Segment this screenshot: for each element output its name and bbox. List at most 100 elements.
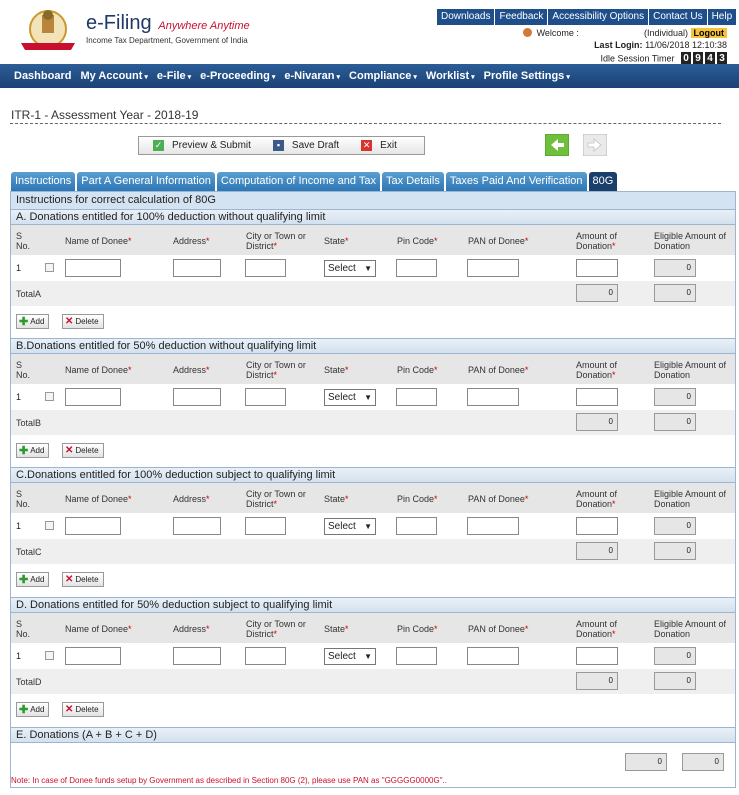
- header: e-Filing Anywhere Anytime Income Tax Dep…: [0, 0, 739, 66]
- city-input[interactable]: [245, 517, 286, 535]
- address-input[interactable]: [173, 647, 221, 665]
- total-eligible-field: 0: [654, 284, 696, 302]
- required-marker: *: [273, 241, 278, 251]
- table-row: 1 Select ▼ 0: [11, 513, 735, 539]
- pin-code-input[interactable]: [396, 259, 437, 277]
- column-header-address: Address*: [173, 624, 210, 634]
- amount-of-donation-input[interactable]: [576, 647, 618, 665]
- row-select-checkbox[interactable]: [45, 392, 54, 401]
- total-label: TotalB: [16, 418, 42, 428]
- welcome-label: Welcome :: [536, 28, 579, 38]
- column-header-pin-code: Pin Code*: [397, 236, 438, 246]
- address-input[interactable]: [173, 259, 221, 277]
- column-header-row: S No. Name of Donee* Address* City or Town …: [11, 613, 735, 643]
- add-button[interactable]: ✚ Add: [16, 443, 50, 458]
- delete-button[interactable]: ✕ Delete: [62, 702, 104, 717]
- nav-compliance[interactable]: Compliance ▾: [349, 70, 417, 82]
- help-link[interactable]: Help: [707, 9, 737, 25]
- preview-submit-button[interactable]: ✓ Preview & Submit: [153, 140, 251, 151]
- pan-of-donee-input[interactable]: [467, 647, 519, 665]
- required-marker: *: [524, 494, 529, 504]
- pan-of-donee-input[interactable]: [467, 259, 519, 277]
- nav-dashboard[interactable]: Dashboard: [14, 70, 71, 82]
- delete-button[interactable]: ✕ Delete: [62, 443, 104, 458]
- state-select[interactable]: Select ▼: [324, 518, 376, 535]
- last-login-label: Last Login:: [594, 40, 643, 50]
- tab-taxes-paid-and-verification[interactable]: Taxes Paid And Verification: [445, 172, 587, 191]
- required-marker: *: [612, 629, 616, 639]
- name-of-donee-input[interactable]: [65, 647, 121, 665]
- exit-button[interactable]: ✕ Exit: [361, 140, 397, 151]
- address-input[interactable]: [173, 388, 221, 406]
- city-input[interactable]: [245, 259, 286, 277]
- nav-e-proceeding[interactable]: e-Proceeding ▾: [200, 70, 275, 82]
- required-marker: *: [612, 499, 616, 509]
- state-select[interactable]: Select ▼: [324, 648, 376, 665]
- amount-of-donation-input[interactable]: [576, 517, 618, 535]
- nav-profile-settings[interactable]: Profile Settings ▾: [484, 70, 570, 82]
- city-input[interactable]: [245, 388, 286, 406]
- user-icon: [523, 28, 533, 37]
- address-input[interactable]: [173, 517, 221, 535]
- column-header-pan-of-donee: PAN of Donee*: [468, 236, 529, 246]
- feedback-link[interactable]: Feedback: [495, 9, 548, 25]
- state-select[interactable]: Select ▼: [324, 260, 376, 277]
- column-header-amount-of-donation: Amount of Donation*: [576, 619, 618, 639]
- previous-arrow-icon[interactable]: [545, 134, 569, 156]
- required-marker: *: [612, 241, 616, 251]
- name-of-donee-input[interactable]: [65, 388, 121, 406]
- instructions-link[interactable]: Instructions for correct calculation of …: [11, 192, 735, 209]
- row-select-checkbox[interactable]: [45, 651, 54, 660]
- column-header-city: City or Town or District*: [246, 489, 306, 509]
- tab-part-a-general-information[interactable]: Part A General Information: [77, 172, 215, 191]
- row-select-checkbox[interactable]: [45, 263, 54, 272]
- amount-of-donation-input[interactable]: [576, 259, 618, 277]
- required-marker: *: [524, 624, 529, 634]
- add-button[interactable]: ✚ Add: [16, 702, 50, 717]
- row-select-checkbox[interactable]: [45, 521, 54, 530]
- required-marker: *: [206, 494, 210, 504]
- delete-button[interactable]: ✕ Delete: [62, 314, 104, 329]
- required-marker: *: [345, 365, 349, 375]
- tab-tax-details[interactable]: Tax Details: [382, 172, 444, 191]
- amount-of-donation-input[interactable]: [576, 388, 618, 406]
- column-header-state: State*: [324, 365, 349, 375]
- pin-code-input[interactable]: [396, 517, 437, 535]
- nav-my-account[interactable]: My Account ▾: [80, 70, 147, 82]
- chevron-down-icon: ▾: [144, 74, 148, 81]
- page-title: ITR-1 - Assessment Year - 2018-19: [11, 108, 199, 122]
- pan-of-donee-input[interactable]: [467, 517, 519, 535]
- nav-e-nivaran[interactable]: e-Nivaran ▾: [284, 70, 340, 82]
- add-button[interactable]: ✚ Add: [16, 572, 50, 587]
- main-nav: Dashboard My Account ▾ e-File ▾ e-Proceedi…: [0, 64, 739, 88]
- nav-e-file[interactable]: e-File ▾: [157, 70, 191, 82]
- tab-instructions[interactable]: Instructions: [11, 172, 76, 191]
- column-header-pan-of-donee: PAN of Donee*: [468, 624, 529, 634]
- tab-80g[interactable]: 80G: [588, 172, 618, 191]
- save-draft-button[interactable]: ▪ Save Draft: [272, 140, 339, 151]
- pan-note: Note: In case of Donee funds setup by Go…: [11, 776, 447, 785]
- close-icon: ✕: [361, 140, 373, 151]
- nav-worklist[interactable]: Worklist ▾: [426, 70, 475, 82]
- logout-button[interactable]: Logout: [690, 28, 727, 38]
- add-button[interactable]: ✚ Add: [16, 314, 50, 329]
- required-marker: *: [434, 494, 438, 504]
- city-input[interactable]: [245, 647, 286, 665]
- chevron-down-icon: ▾: [336, 74, 341, 81]
- pan-of-donee-input[interactable]: [467, 388, 519, 406]
- name-of-donee-input[interactable]: [65, 259, 121, 277]
- next-arrow-icon[interactable]: [583, 134, 607, 156]
- pin-code-input[interactable]: [396, 388, 437, 406]
- total-label: TotalD: [16, 677, 42, 687]
- name-of-donee-input[interactable]: [65, 517, 121, 535]
- section-heading: C.Donations entitled for 100% deduction …: [11, 467, 735, 483]
- contact-us-link[interactable]: Contact Us: [649, 9, 707, 25]
- downloads-link[interactable]: Downloads: [437, 9, 495, 25]
- tab-computation-of-income-and-tax[interactable]: Computation of Income and Tax: [216, 172, 381, 191]
- chevron-down-icon: ▾: [413, 74, 417, 81]
- delete-button[interactable]: ✕ Delete: [62, 572, 104, 587]
- pin-code-input[interactable]: [396, 647, 437, 665]
- row-sno: 1: [16, 263, 22, 273]
- accessibility-options-link[interactable]: Accessibility Options: [548, 9, 649, 25]
- state-select[interactable]: Select ▼: [324, 389, 376, 406]
